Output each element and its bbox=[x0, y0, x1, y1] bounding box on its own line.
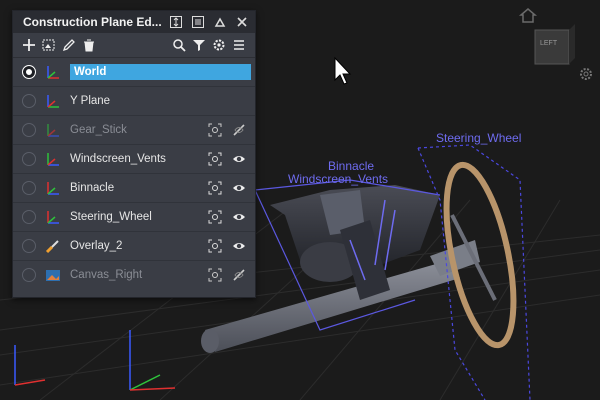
windscreen-vents-label: Windscreen_Vents bbox=[288, 172, 389, 186]
active-plane-radio[interactable] bbox=[22, 65, 36, 79]
plane-row-steering-wheel[interactable]: Steering_Wheel bbox=[13, 203, 255, 232]
focus-icon[interactable] bbox=[207, 267, 223, 283]
axes-icon bbox=[47, 182, 59, 195]
active-plane-radio[interactable] bbox=[22, 152, 36, 166]
axes-icon bbox=[47, 211, 59, 224]
binnacle-label: Binnacle bbox=[328, 159, 375, 173]
construction-plane-editor-panel: Construction Plane Ed... World Y Plane G… bbox=[12, 10, 256, 298]
focus-icon[interactable] bbox=[207, 180, 223, 196]
focus-icon[interactable] bbox=[207, 122, 223, 138]
panel-toolbar bbox=[13, 33, 255, 58]
menu-icon[interactable] bbox=[229, 35, 249, 55]
axes-icon bbox=[47, 124, 59, 137]
active-plane-radio[interactable] bbox=[22, 123, 36, 137]
overlay-brush-icon bbox=[45, 240, 59, 254]
plane-name-label[interactable]: Canvas_Right bbox=[70, 269, 207, 281]
edit-pencil-icon[interactable] bbox=[59, 35, 79, 55]
settings-icon[interactable] bbox=[209, 35, 229, 55]
axes-icon bbox=[47, 66, 59, 79]
plane-name-label[interactable]: Gear_Stick bbox=[70, 124, 207, 136]
search-icon[interactable] bbox=[169, 35, 189, 55]
panel-title: Construction Plane Ed... bbox=[23, 15, 162, 29]
list-view-icon[interactable] bbox=[189, 14, 207, 30]
add-icon[interactable] bbox=[19, 35, 39, 55]
plane-row-overlay-2[interactable]: Overlay_2 bbox=[13, 232, 255, 261]
plane-row-y-plane[interactable]: Y Plane bbox=[13, 87, 255, 116]
filter-icon[interactable] bbox=[189, 35, 209, 55]
panel-titlebar[interactable]: Construction Plane Ed... bbox=[13, 11, 255, 33]
plane-name-label[interactable]: Steering_Wheel bbox=[70, 211, 207, 223]
plane-name-label[interactable]: Overlay_2 bbox=[70, 240, 207, 252]
axes-icon bbox=[47, 95, 59, 108]
plane-name-label[interactable]: Windscreen_Vents bbox=[70, 153, 207, 165]
expand-icon[interactable] bbox=[167, 14, 185, 30]
plane-name-label[interactable]: Y Plane bbox=[70, 95, 255, 107]
focus-icon[interactable] bbox=[207, 151, 223, 167]
collapse-up-icon[interactable] bbox=[211, 14, 229, 30]
viewcube-face-label: LEFT bbox=[540, 40, 558, 47]
trash-icon[interactable] bbox=[79, 35, 99, 55]
active-plane-radio[interactable] bbox=[22, 239, 36, 253]
visibility-eye-icon[interactable] bbox=[231, 238, 247, 254]
add-from-selection-icon[interactable] bbox=[39, 35, 59, 55]
visibility-hidden-icon[interactable] bbox=[231, 267, 247, 283]
plane-row-gear-stick[interactable]: Gear_Stick bbox=[13, 116, 255, 145]
close-icon[interactable] bbox=[233, 14, 251, 30]
plane-row-binnacle[interactable]: Binnacle bbox=[13, 174, 255, 203]
visibility-hidden-icon[interactable] bbox=[231, 122, 247, 138]
axes-icon bbox=[47, 153, 59, 166]
plane-row-world[interactable]: World bbox=[13, 58, 255, 87]
canvas-image-icon bbox=[46, 270, 60, 281]
steering-wheel-label: Steering_Wheel bbox=[436, 131, 522, 145]
plane-name-label[interactable]: Binnacle bbox=[70, 182, 207, 194]
focus-icon[interactable] bbox=[207, 238, 223, 254]
plane-name-label[interactable]: World bbox=[70, 64, 251, 80]
visibility-eye-icon[interactable] bbox=[231, 209, 247, 225]
plane-row-windscreen-vents[interactable]: Windscreen_Vents bbox=[13, 145, 255, 174]
active-plane-radio[interactable] bbox=[22, 210, 36, 224]
active-plane-radio[interactable] bbox=[22, 181, 36, 195]
visibility-eye-icon[interactable] bbox=[231, 180, 247, 196]
visibility-eye-icon[interactable] bbox=[231, 151, 247, 167]
active-plane-radio[interactable] bbox=[22, 94, 36, 108]
focus-icon[interactable] bbox=[207, 209, 223, 225]
plane-row-canvas-right[interactable]: Canvas_Right bbox=[13, 261, 255, 289]
active-plane-radio[interactable] bbox=[22, 268, 36, 282]
